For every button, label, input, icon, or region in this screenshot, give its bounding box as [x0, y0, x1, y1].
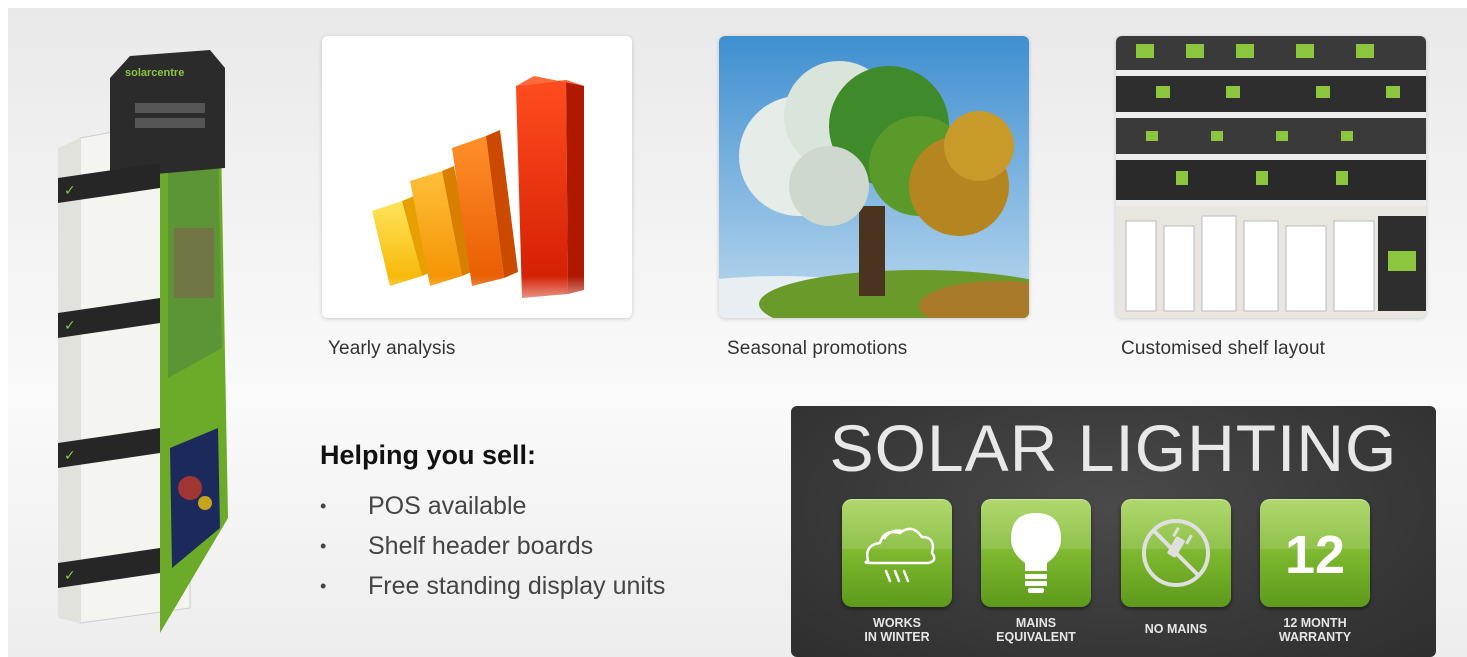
list-item-text: Free standing display units [368, 572, 666, 600]
tile-caption-shelf-layout: Customised shelf layout [1121, 338, 1326, 359]
bullet-icon: • [320, 536, 327, 556]
tile-caption-seasonal-promotions: Seasonal promotions [727, 338, 908, 359]
list-item-text: Shelf header boards [368, 532, 594, 560]
rain-cloud-icon [842, 499, 952, 607]
twelve-month-warranty-icon: 12 [1260, 499, 1370, 607]
seasonal-promotions-image [719, 36, 1029, 318]
warranty-number: 12 [1285, 525, 1345, 585]
selling-benefits-list: • POS available • Shelf header boards • … [320, 488, 665, 608]
helping-you-sell-heading: Helping you sell: [320, 440, 537, 470]
bullet-icon: • [320, 576, 327, 596]
svg-text:✓: ✓ [64, 183, 76, 199]
bullet-icon: • [320, 496, 327, 516]
svg-text:✓: ✓ [64, 568, 76, 584]
badge-label-no-mains: NO MAINS [1144, 622, 1208, 636]
banner-title: SOLAR LIGHTING [829, 411, 1398, 485]
svg-text:solarcentre: solarcentre [125, 67, 184, 79]
badge-label-warranty: 12 MONTH WARRANTY [1278, 616, 1352, 644]
solar-lighting-banner: SOLAR LIGHTING 12 WORKS IN WINTER MAINS … [791, 406, 1436, 657]
badge-label-works-in-winter: WORKS IN WINTER [864, 616, 930, 644]
list-item: • POS available [320, 488, 665, 528]
svg-text:✓: ✓ [64, 448, 76, 464]
list-item: • Free standing display units [320, 568, 665, 608]
svg-text:✓: ✓ [64, 318, 76, 334]
list-item: • Shelf header boards [320, 528, 665, 568]
display-stand-image: solarcentre ✓ ✓ ✓ ✓ [50, 48, 240, 648]
page-background: solarcentre ✓ ✓ ✓ ✓ Yearly analysis Seas… [8, 8, 1467, 657]
list-item-text: POS available [368, 492, 527, 520]
shelf-layout-image [1116, 36, 1426, 318]
tile-caption-yearly-analysis: Yearly analysis [328, 338, 456, 359]
light-bulb-icon [981, 499, 1091, 607]
yearly-analysis-image [322, 36, 632, 318]
no-plug-icon [1121, 499, 1231, 607]
badge-label-mains-equivalent: MAINS EQUIVALENT [996, 616, 1076, 644]
